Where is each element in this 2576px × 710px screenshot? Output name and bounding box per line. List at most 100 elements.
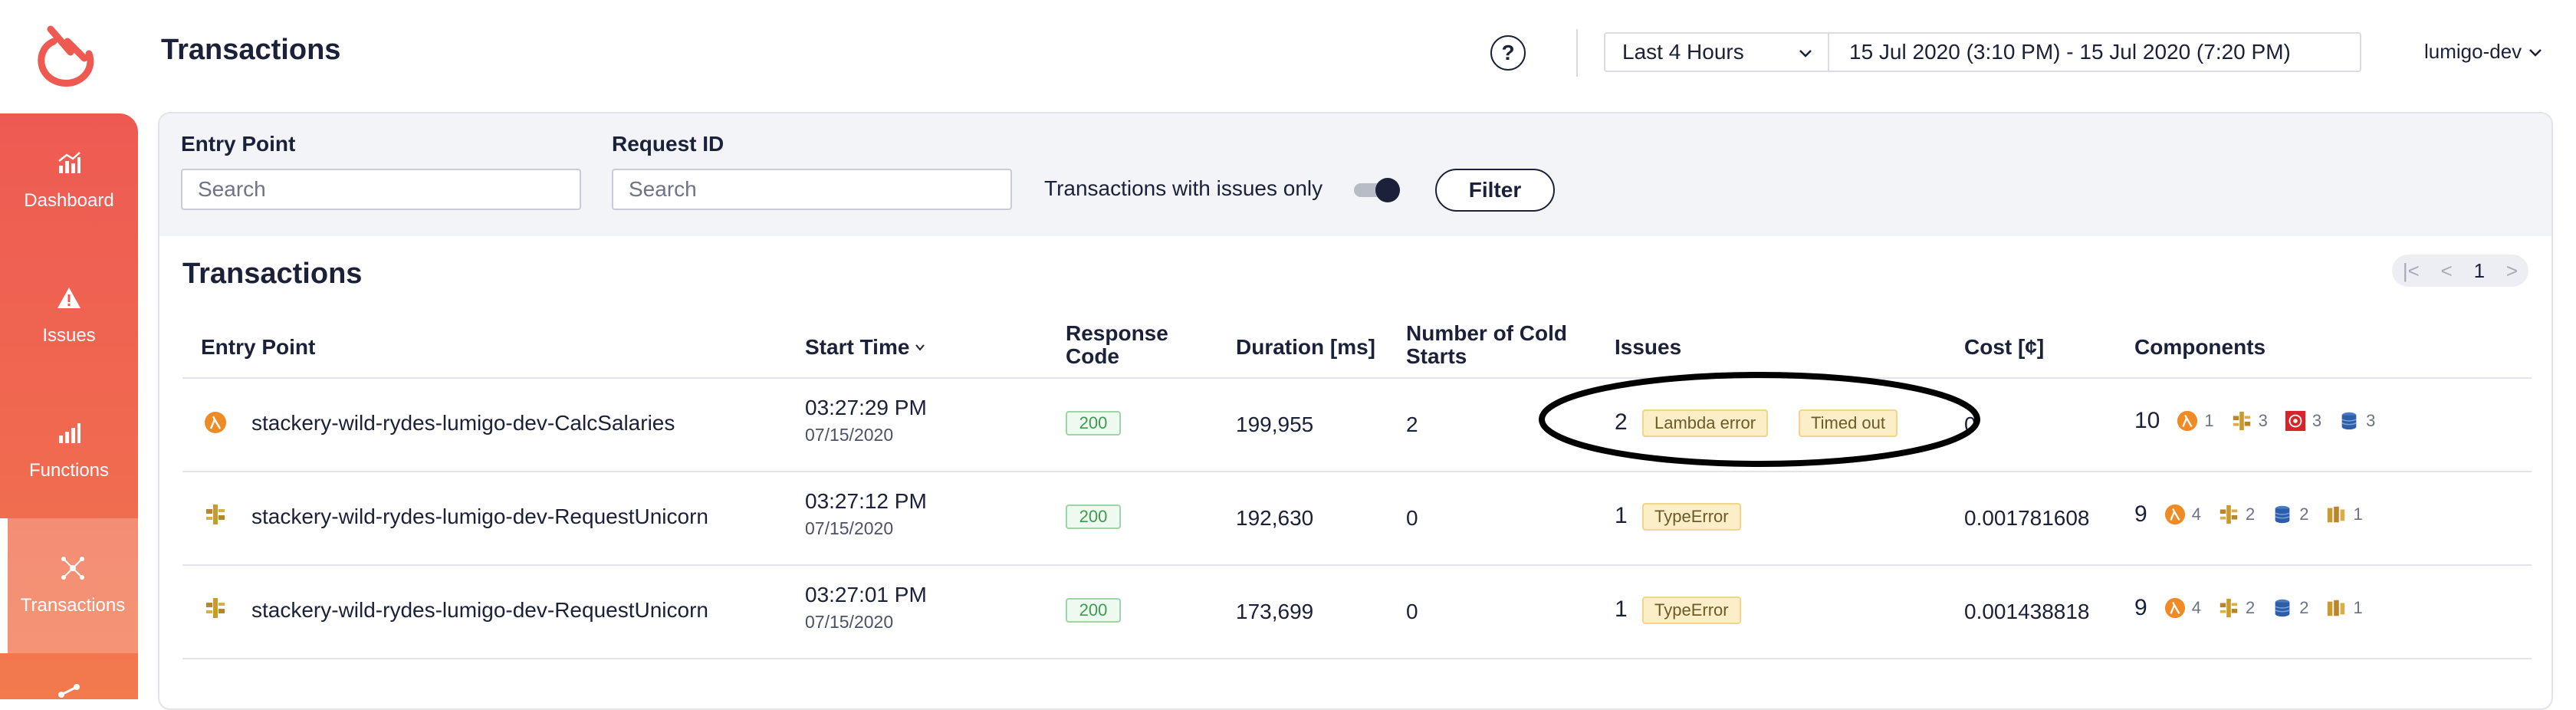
issue-badge[interactable]: TypeError bbox=[1642, 503, 1741, 531]
lambda-icon bbox=[2177, 410, 2198, 432]
table-row[interactable]: stackery-wild-rydes-lumigo-dev-RequestUn… bbox=[159, 566, 2551, 658]
pager-first-button[interactable]: |< bbox=[2403, 259, 2420, 283]
components-total: 10 bbox=[2134, 408, 2160, 433]
duration-value: 173,699 bbox=[1236, 600, 1314, 623]
entry-point-name[interactable]: stackery-wild-rydes-lumigo-dev-RequestUn… bbox=[251, 598, 708, 623]
issue-count: 1 bbox=[1615, 597, 1628, 622]
response-code-badge: 200 bbox=[1066, 411, 1121, 436]
chevron-down-icon bbox=[1799, 50, 1812, 58]
component-count: 2 bbox=[2245, 505, 2256, 524]
component-count: 3 bbox=[2366, 411, 2376, 430]
more-nav-icon[interactable] bbox=[54, 682, 84, 699]
issue-count: 1 bbox=[1615, 503, 1628, 528]
dashboard-chart-icon bbox=[58, 152, 80, 173]
sns-icon bbox=[2285, 410, 2305, 432]
component-count: 2 bbox=[2245, 598, 2256, 617]
column-header-components[interactable]: Components bbox=[2134, 336, 2266, 359]
api-gateway-icon bbox=[206, 505, 225, 524]
dynamodb-icon bbox=[2341, 412, 2357, 430]
component-count: 4 bbox=[2191, 505, 2201, 524]
duration-value: 192,630 bbox=[1236, 506, 1314, 530]
help-button[interactable]: ? bbox=[1490, 35, 1526, 71]
column-header-cost[interactable]: Cost [¢] bbox=[1964, 336, 2044, 359]
start-time-value: 03:27:12 PM bbox=[805, 489, 927, 513]
entry-point-name[interactable]: stackery-wild-rydes-lumigo-dev-CalcSalar… bbox=[251, 411, 675, 436]
transactions-section-title: Transactions bbox=[182, 258, 363, 290]
issues-only-toggle-label: Transactions with issues only bbox=[1044, 176, 1323, 200]
pager-next-button[interactable]: > bbox=[2506, 259, 2518, 283]
table-row[interactable]: stackery-wild-rydes-lumigo-dev-RequestUn… bbox=[159, 472, 2551, 564]
duration-value: 199,955 bbox=[1236, 413, 1314, 436]
component-count: 1 bbox=[2353, 598, 2363, 617]
cost-value: 0.001438818 bbox=[1964, 600, 2090, 623]
pagination: |< < 1 > bbox=[2392, 255, 2528, 287]
issues-only-toggle[interactable] bbox=[1354, 176, 1403, 204]
table-row[interactable]: stackery-wild-rydes-lumigo-dev-CalcSalar… bbox=[159, 379, 2551, 471]
column-header-label: Response bbox=[1066, 321, 1168, 345]
components-summary[interactable]: 9 4 2 2 1 bbox=[2134, 501, 2380, 528]
components-summary[interactable]: 10 1 3 3 3 bbox=[2134, 408, 2392, 434]
chevron-down-icon bbox=[2529, 48, 2542, 57]
lambda-icon bbox=[2164, 504, 2185, 525]
api-gateway-icon bbox=[206, 598, 225, 618]
column-header-issues[interactable]: Issues bbox=[1615, 336, 1681, 359]
kinesis-icon bbox=[2328, 506, 2345, 523]
components-summary[interactable]: 9 4 2 2 1 bbox=[2134, 595, 2380, 621]
column-header-response-code[interactable]: Response Code bbox=[1066, 322, 1168, 368]
cost-value: 0.001781608 bbox=[1964, 506, 2090, 530]
page-title: Transactions bbox=[161, 34, 341, 66]
start-time: 03:27:12 PM 07/15/2020 bbox=[805, 489, 927, 539]
lambda-icon bbox=[2164, 597, 2185, 619]
start-date-value: 07/15/2020 bbox=[805, 518, 894, 538]
column-header-start-time[interactable]: Start Time bbox=[805, 336, 926, 359]
cold-starts-value: 2 bbox=[1406, 413, 1418, 436]
request-id-filter-label: Request ID bbox=[612, 132, 724, 156]
date-range-field[interactable]: 15 Jul 2020 (3:10 PM) - 15 Jul 2020 (7:2… bbox=[1829, 32, 2361, 72]
warning-triangle-icon bbox=[58, 288, 80, 308]
lambda-icon bbox=[205, 412, 226, 433]
sidebar-item-dashboard[interactable]: Dashboard bbox=[0, 113, 138, 248]
components-total: 9 bbox=[2134, 595, 2147, 620]
start-date-value: 07/15/2020 bbox=[805, 612, 894, 632]
entry-point-search-input[interactable] bbox=[181, 169, 581, 210]
column-header-duration[interactable]: Duration [ms] bbox=[1236, 336, 1375, 359]
start-time-value: 03:27:01 PM bbox=[805, 583, 927, 606]
time-range-select[interactable]: Last 4 Hours bbox=[1604, 32, 1829, 72]
start-time: 03:27:29 PM 07/15/2020 bbox=[805, 396, 927, 445]
functions-chart-icon bbox=[59, 423, 80, 443]
lumigo-logo-icon[interactable] bbox=[28, 18, 104, 95]
api-gateway-icon bbox=[2220, 598, 2238, 618]
transactions-panel: Entry Point Request ID Transactions with… bbox=[158, 112, 2553, 710]
start-time-value: 03:27:29 PM bbox=[805, 396, 927, 419]
sidebar-item-transactions[interactable]: Transactions bbox=[0, 518, 138, 653]
response-code-badge: 200 bbox=[1066, 598, 1121, 623]
column-header-entry-point[interactable]: Entry Point bbox=[201, 336, 315, 359]
response-code-badge: 200 bbox=[1066, 505, 1121, 529]
sidebar-item-issues[interactable]: Issues bbox=[0, 248, 138, 383]
sidebar-item-label: Dashboard bbox=[24, 190, 114, 211]
column-header-label: Code bbox=[1066, 344, 1119, 368]
pager-prev-button[interactable]: < bbox=[2441, 259, 2453, 283]
sidebar-item-label: Functions bbox=[28, 460, 110, 481]
component-count: 2 bbox=[2299, 505, 2309, 524]
start-date-value: 07/15/2020 bbox=[805, 425, 894, 445]
entry-point-name[interactable]: stackery-wild-rydes-lumigo-dev-RequestUn… bbox=[251, 505, 708, 529]
issue-badge[interactable]: TypeError bbox=[1642, 597, 1741, 624]
sidebar-item-functions[interactable]: Functions bbox=[0, 383, 138, 518]
api-gateway-icon bbox=[2220, 505, 2238, 524]
request-id-search-input[interactable] bbox=[612, 169, 1012, 210]
time-range-selected: Last 4 Hours bbox=[1622, 40, 1744, 64]
column-header-label: Number of Cold bbox=[1406, 321, 1567, 345]
column-header-cold-starts[interactable]: Number of Cold Starts bbox=[1406, 322, 1567, 368]
account-name: lumigo-dev bbox=[2424, 40, 2522, 63]
account-menu[interactable]: lumigo-dev bbox=[2424, 40, 2543, 64]
column-header-label: Start Time bbox=[805, 335, 910, 359]
component-count: 3 bbox=[2258, 411, 2268, 430]
date-range-text: 15 Jul 2020 (3:10 PM) - 15 Jul 2020 (7:2… bbox=[1849, 40, 2291, 64]
filter-button[interactable]: Filter bbox=[1435, 169, 1555, 212]
header-divider bbox=[1576, 29, 1578, 77]
dynamodb-icon bbox=[2275, 599, 2290, 617]
sidebar: Dashboard Issues Functions Transactions bbox=[0, 113, 138, 699]
annotation-ellipse bbox=[1539, 372, 1980, 467]
component-count: 1 bbox=[2204, 411, 2214, 430]
